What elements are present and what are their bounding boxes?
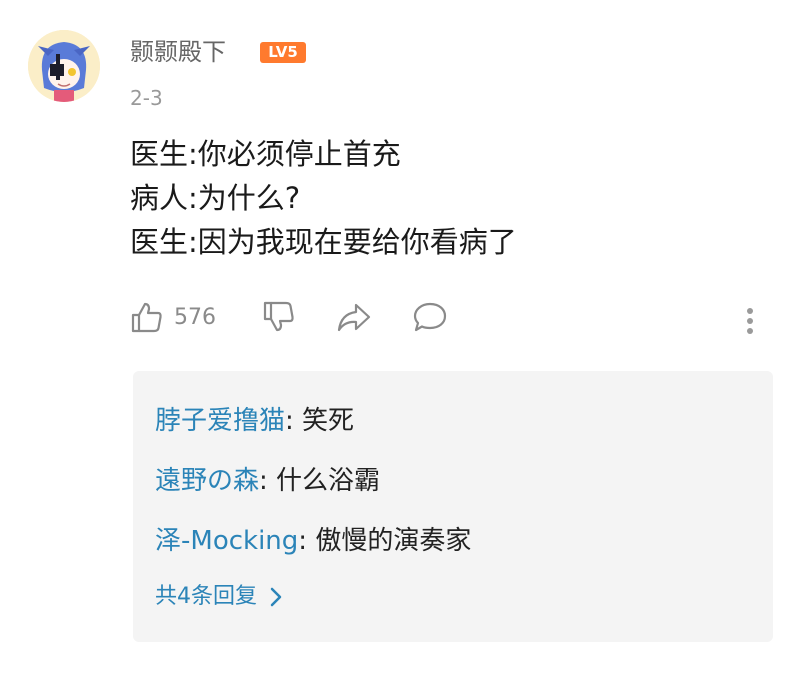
more-options-button[interactable] [744, 308, 756, 338]
avatar[interactable] [28, 30, 100, 102]
thumbs-down-icon [263, 301, 294, 332]
reply-separator: : [259, 466, 277, 496]
share-icon [337, 303, 371, 332]
like-button[interactable]: 576 [130, 300, 216, 334]
reply-author[interactable]: 脖子爱撸猫 [155, 406, 285, 436]
avatar-image [28, 30, 100, 102]
share-button[interactable] [336, 300, 372, 334]
dislike-button[interactable] [262, 300, 296, 334]
comment-line: 病人:为什么? [130, 181, 301, 215]
reply-item[interactable]: 遠野の森: 什么浴霸 [155, 463, 380, 499]
reply-author[interactable]: 泽-Mocking [155, 526, 298, 556]
reply-text: 笑死 [302, 406, 355, 436]
reply-bubble-icon [413, 302, 447, 332]
reply-item[interactable]: 脖子爱撸猫: 笑死 [155, 403, 354, 439]
comment-line: 医生:你必须停止首充 [130, 137, 401, 171]
reply-item[interactable]: 泽-Mocking: 傲慢的演奏家 [155, 523, 471, 559]
more-vertical-icon [744, 308, 756, 334]
comment-line: 医生:因为我现在要给你看病了 [130, 225, 517, 259]
reply-text: 什么浴霸 [276, 466, 381, 496]
view-all-replies-link[interactable]: 共4条回复 [155, 579, 283, 615]
reply-separator: : [285, 406, 303, 436]
reply-separator: : [298, 526, 316, 556]
reply-author[interactable]: 遠野の森 [155, 466, 259, 496]
username[interactable]: 颢颢殿下 [130, 36, 226, 68]
level-badge: LV5 [260, 42, 306, 63]
reply-button[interactable] [412, 300, 448, 334]
comment-date: 2-3 [130, 86, 163, 110]
replies-panel: 脖子爱撸猫: 笑死 遠野の森: 什么浴霸 泽-Mocking: 傲慢的演奏家 共… [133, 371, 773, 642]
comment-body: 医生:你必须停止首充 病人:为什么? 医生:因为我现在要给你看病了 [130, 132, 517, 264]
comment-action-bar: 576 [0, 300, 800, 346]
thumbs-up-icon [131, 302, 162, 333]
reply-text: 傲慢的演奏家 [315, 526, 472, 556]
chevron-right-icon [270, 587, 282, 607]
like-count: 576 [174, 304, 216, 330]
view-all-replies-label: 共4条回复 [155, 584, 257, 609]
